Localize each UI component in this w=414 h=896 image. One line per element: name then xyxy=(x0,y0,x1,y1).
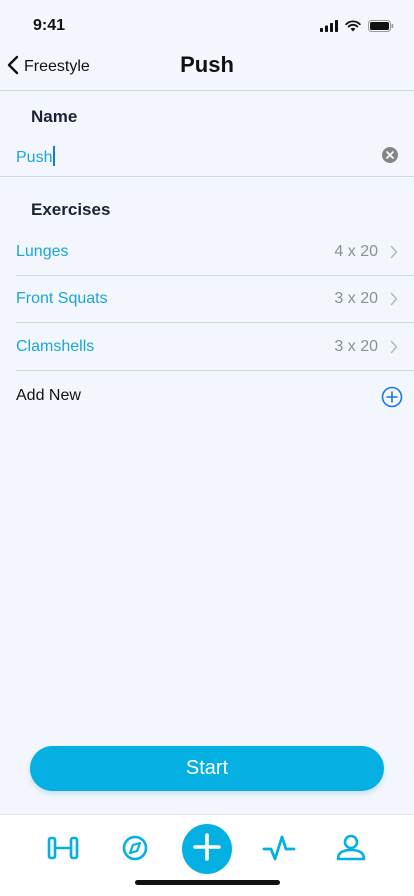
clear-text-button[interactable] xyxy=(382,147,398,163)
status-bar: 9:41 xyxy=(0,0,414,50)
back-button[interactable]: Freestyle xyxy=(6,54,90,80)
back-button-label: Freestyle xyxy=(24,58,90,75)
exercise-row-lunges[interactable]: Lunges 4 x 20 xyxy=(0,230,414,277)
exercise-divider xyxy=(16,275,414,276)
compass-icon xyxy=(119,834,151,867)
tab-profile[interactable] xyxy=(321,815,381,885)
exercise-name: Lunges xyxy=(16,243,69,260)
exercise-sets: 4 x 20 xyxy=(334,243,378,260)
add-new-exercise-row[interactable]: Add New xyxy=(0,372,414,420)
workout-editor-screen: 9:41 Freestyle Push Name Push Exercises … xyxy=(0,0,414,896)
profile-icon xyxy=(335,834,367,867)
cellular-signal-icon xyxy=(320,19,338,37)
add-new-label: Add New xyxy=(16,387,81,404)
exercise-sets: 3 x 20 xyxy=(334,338,378,355)
battery-icon xyxy=(368,19,394,37)
exercise-row-clamshells[interactable]: Clamshells 3 x 20 xyxy=(0,325,414,372)
exercise-divider xyxy=(16,322,414,323)
activity-icon xyxy=(262,834,296,867)
tab-explore[interactable] xyxy=(105,815,165,885)
clear-x-icon xyxy=(386,146,394,164)
wifi-icon xyxy=(345,19,361,37)
chevron-left-icon xyxy=(6,55,20,80)
exercise-sets: 3 x 20 xyxy=(334,290,378,307)
status-time: 9:41 xyxy=(33,17,66,34)
name-field-value: Push xyxy=(16,149,53,166)
add-circle-icon[interactable] xyxy=(381,386,403,413)
name-field-row: Push xyxy=(0,136,414,176)
exercise-name: Front Squats xyxy=(16,290,108,307)
text-caret xyxy=(53,146,56,166)
home-indicator xyxy=(135,880,280,885)
exercises-section-header: Exercises xyxy=(31,200,111,219)
plus-icon xyxy=(192,832,222,867)
tab-activity[interactable] xyxy=(249,815,309,885)
start-button[interactable]: Start xyxy=(30,746,384,791)
name-field[interactable]: Push xyxy=(16,146,56,167)
name-divider xyxy=(0,176,414,177)
exercise-name: Clamshells xyxy=(16,338,95,355)
tab-add-button[interactable] xyxy=(182,824,232,874)
chevron-right-icon xyxy=(390,340,398,359)
exercise-row-front-squats[interactable]: Front Squats 3 x 20 xyxy=(0,277,414,324)
header-divider xyxy=(0,90,414,91)
exercise-divider xyxy=(16,370,414,371)
chevron-right-icon xyxy=(390,292,398,311)
dumbbell-icon xyxy=(47,835,79,866)
status-icons xyxy=(320,19,394,37)
tab-workouts[interactable] xyxy=(33,815,93,885)
chevron-right-icon xyxy=(390,245,398,264)
navigation-bar: Freestyle Push xyxy=(0,46,414,88)
name-section-header: Name xyxy=(31,107,78,126)
